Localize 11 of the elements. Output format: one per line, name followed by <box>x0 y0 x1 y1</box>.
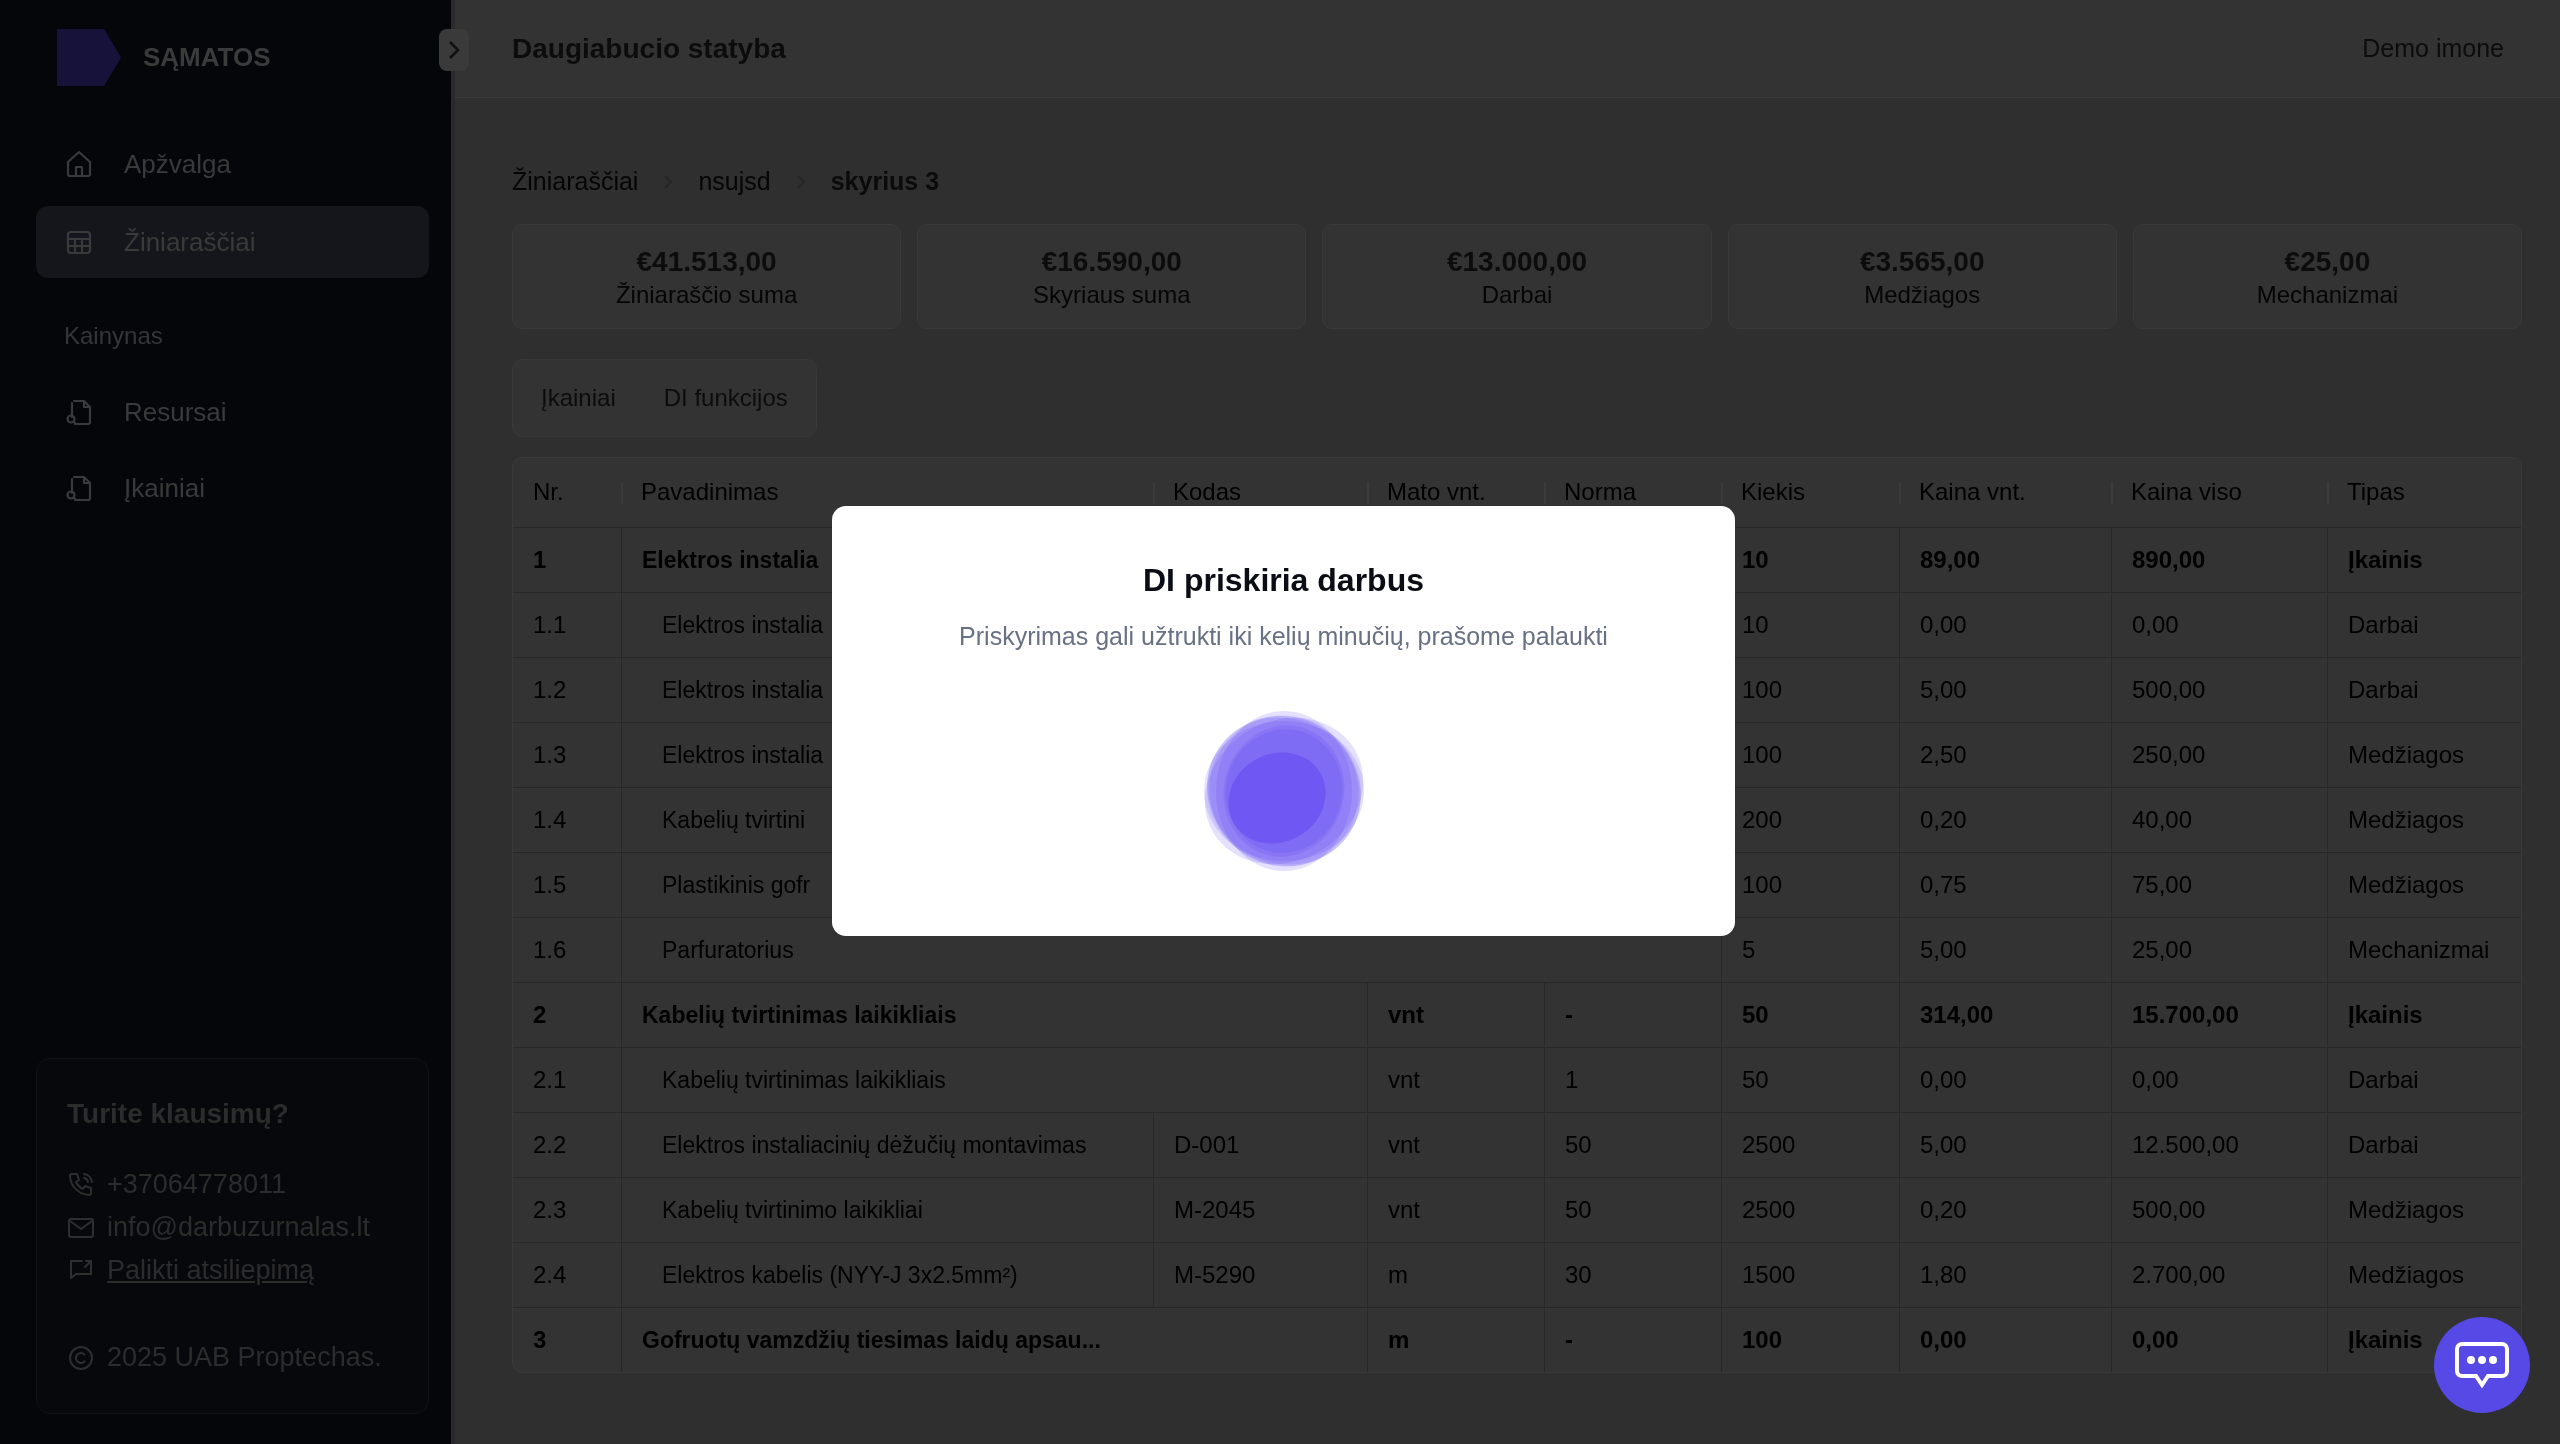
phone-icon <box>67 1170 95 1199</box>
document-search-icon <box>64 397 94 427</box>
table-cell: - <box>1544 982 1721 1047</box>
chat-icon <box>2454 1341 2510 1389</box>
collapse-toggle[interactable] <box>439 29 469 71</box>
chevron-icon <box>447 39 461 61</box>
copyright-icon <box>67 1343 95 1372</box>
home-icon <box>64 149 94 179</box>
document-search-icon <box>64 473 94 503</box>
table-cell: - <box>1544 1307 1721 1372</box>
logo-icon <box>57 28 121 86</box>
